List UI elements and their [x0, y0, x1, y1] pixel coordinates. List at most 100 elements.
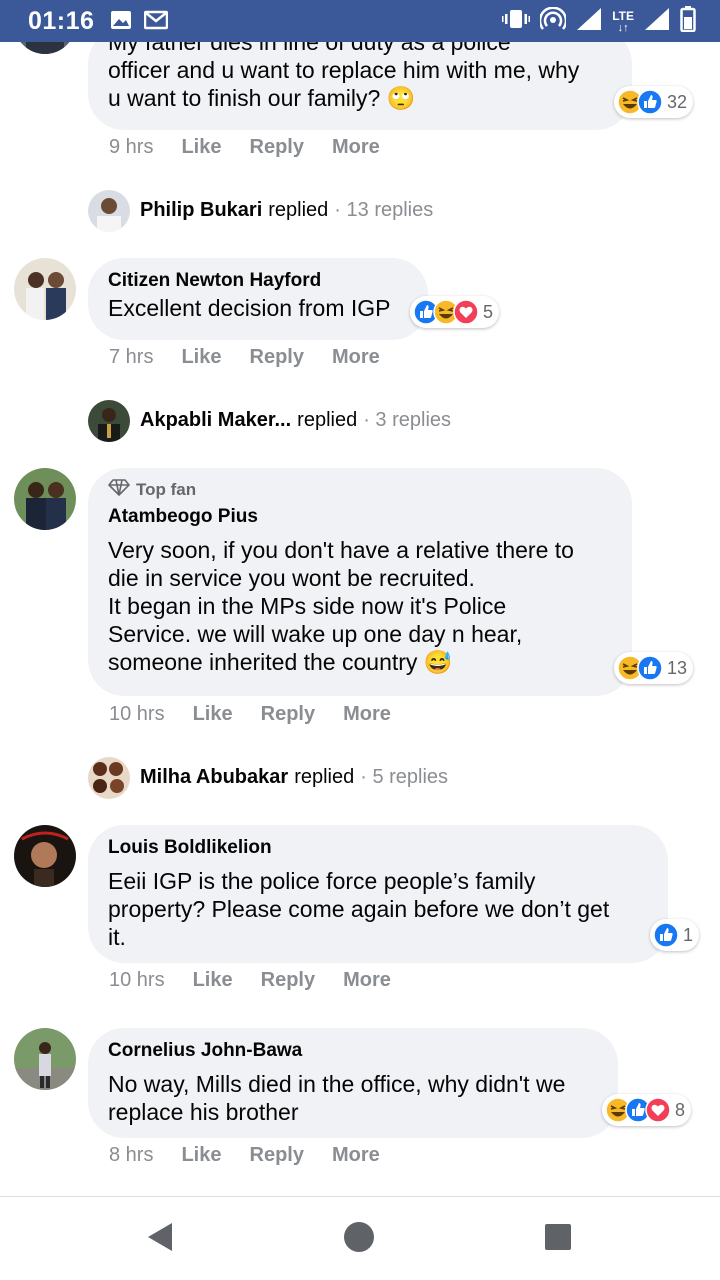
reaction-summary[interactable]: 1: [650, 919, 700, 951]
comment-author[interactable]: Louis Boldlikelion: [108, 835, 648, 861]
reaction-count: 8: [675, 1099, 686, 1120]
gmail-icon: [143, 10, 169, 35]
comment-actions: 10 hrs Like Reply More: [109, 703, 391, 726]
like-reaction-icon: [653, 922, 679, 948]
comment-text-line: someone inherited the country 😅: [108, 649, 453, 675]
avatar[interactable]: [88, 190, 130, 232]
comment-bubble[interactable]: Citizen Newton Hayford Excellent decisio…: [88, 258, 428, 340]
comment-text-line: No way, Mills died in the office, why di…: [108, 1071, 566, 1097]
comment-text-line: Excellent decision from IGP: [108, 295, 391, 321]
recents-button[interactable]: [540, 1221, 576, 1257]
comment-bubble[interactable]: Top fan Atambeogo Pius Very soon, if you…: [88, 468, 632, 696]
reaction-count: 1: [683, 924, 694, 945]
comment-time[interactable]: 8 hrs: [109, 1144, 153, 1167]
replier-name: Philip Bukari: [140, 199, 263, 221]
reaction-count: 13: [667, 657, 688, 678]
more-button[interactable]: More: [332, 1144, 380, 1167]
back-triangle-icon: [144, 1221, 174, 1258]
reaction-count: 32: [667, 91, 688, 112]
like-button[interactable]: Like: [193, 969, 233, 992]
home-button[interactable]: [341, 1221, 377, 1257]
reply-button[interactable]: Reply: [261, 969, 315, 992]
reply-button[interactable]: Reply: [250, 346, 304, 369]
back-button[interactable]: [141, 1221, 177, 1257]
replied-label: replied: [294, 766, 355, 788]
signal-icon: [644, 7, 670, 36]
comment-text-line: Very soon, if you don't have a relative …: [108, 537, 574, 563]
comment-text-line: Service. we will wake up one day n hear,: [108, 621, 523, 647]
replier-name: Akpabli Maker...: [140, 409, 292, 431]
comment-text-line: It began in the MPs side now it's Police: [108, 593, 507, 619]
navigation-bar: [0, 1196, 720, 1280]
reaction-summary[interactable]: 13: [614, 652, 694, 684]
comment-bubble[interactable]: My father dies in line of duty as a poli…: [88, 42, 632, 130]
more-button[interactable]: More: [332, 136, 380, 159]
reply-count: · 13 replies: [334, 199, 434, 221]
reaction-summary[interactable]: 5: [410, 296, 500, 328]
comment-text-line: My father dies in line of duty as a poli…: [108, 42, 511, 55]
more-button[interactable]: More: [343, 969, 391, 992]
comment-time[interactable]: 10 hrs: [109, 969, 165, 992]
comment-text-line: it.: [108, 924, 126, 950]
comment-actions: 7 hrs Like Reply More: [109, 346, 380, 369]
home-circle-icon: [343, 1221, 375, 1258]
view-replies-link[interactable]: Akpabli Maker... replied · 3 replies: [140, 409, 451, 432]
avatar[interactable]: [88, 400, 130, 442]
battery-icon: [680, 6, 696, 37]
like-reaction-icon: [637, 89, 663, 115]
view-replies-link[interactable]: Philip Bukari replied · 13 replies: [140, 199, 433, 222]
reaction-summary[interactable]: 8: [602, 1094, 692, 1126]
recents-square-icon: [544, 1223, 572, 1256]
like-button[interactable]: Like: [181, 136, 221, 159]
love-reaction-icon: [453, 299, 479, 325]
more-button[interactable]: More: [332, 346, 380, 369]
signal-icon: [576, 7, 602, 36]
comments-list: My father dies in line of duty as a poli…: [0, 42, 720, 1196]
data-arrows-icon: ↓↑: [617, 21, 629, 34]
comment-text-line: u want to finish our family? 🙄: [108, 85, 416, 111]
avatar[interactable]: [14, 42, 76, 54]
comment-time[interactable]: 7 hrs: [109, 346, 153, 369]
reaction-summary[interactable]: 32: [614, 86, 694, 118]
reply-button[interactable]: Reply: [250, 1144, 304, 1167]
comment-actions: 9 hrs Like Reply More: [109, 136, 380, 159]
avatar[interactable]: [14, 258, 76, 320]
comment-text-line: Eeii IGP is the police force people’s fa…: [108, 868, 536, 894]
reply-count: · 5 replies: [360, 766, 449, 788]
replied-label: replied: [268, 199, 329, 221]
comment-time[interactable]: 9 hrs: [109, 136, 153, 159]
comment-author[interactable]: Cornelius John-Bawa: [108, 1038, 598, 1064]
reply-count: · 3 replies: [363, 409, 452, 431]
love-reaction-icon: [645, 1097, 671, 1123]
reply-button[interactable]: Reply: [261, 703, 315, 726]
status-bar: 01:16 LTE ↓↑: [0, 0, 720, 42]
gallery-icon: [110, 10, 132, 35]
hotspot-icon: [538, 6, 568, 36]
comment-bubble[interactable]: Cornelius John-Bawa No way, Mills died i…: [88, 1028, 618, 1138]
view-replies-link[interactable]: Milha Abubakar replied · 5 replies: [140, 766, 448, 789]
comment-text-line: die in service you wont be recruited.: [108, 565, 475, 591]
replied-label: replied: [297, 409, 358, 431]
like-button[interactable]: Like: [193, 703, 233, 726]
comment-author[interactable]: Citizen Newton Hayford: [108, 268, 408, 294]
comment-text-line: officer and u want to replace him with m…: [108, 57, 580, 83]
comment-actions: 10 hrs Like Reply More: [109, 969, 391, 992]
comment-text-line: replace his brother: [108, 1099, 299, 1125]
more-button[interactable]: More: [343, 703, 391, 726]
like-button[interactable]: Like: [181, 1144, 221, 1167]
lte-label: LTE ↓↑: [612, 8, 634, 34]
comment-author[interactable]: Atambeogo Pius: [108, 504, 612, 530]
like-button[interactable]: Like: [181, 346, 221, 369]
diamond-icon: [108, 478, 130, 502]
comment-time[interactable]: 10 hrs: [109, 703, 165, 726]
replier-name: Milha Abubakar: [140, 766, 289, 788]
reaction-count: 5: [483, 301, 494, 322]
avatar[interactable]: [14, 1028, 76, 1090]
avatar[interactable]: [14, 825, 76, 887]
avatar[interactable]: [14, 468, 76, 530]
vibrate-icon: [502, 8, 531, 35]
comment-bubble[interactable]: Louis Boldlikelion Eeii IGP is the polic…: [88, 825, 668, 963]
top-fan-badge: Top fan: [108, 478, 612, 502]
reply-button[interactable]: Reply: [250, 136, 304, 159]
avatar[interactable]: [88, 757, 130, 799]
